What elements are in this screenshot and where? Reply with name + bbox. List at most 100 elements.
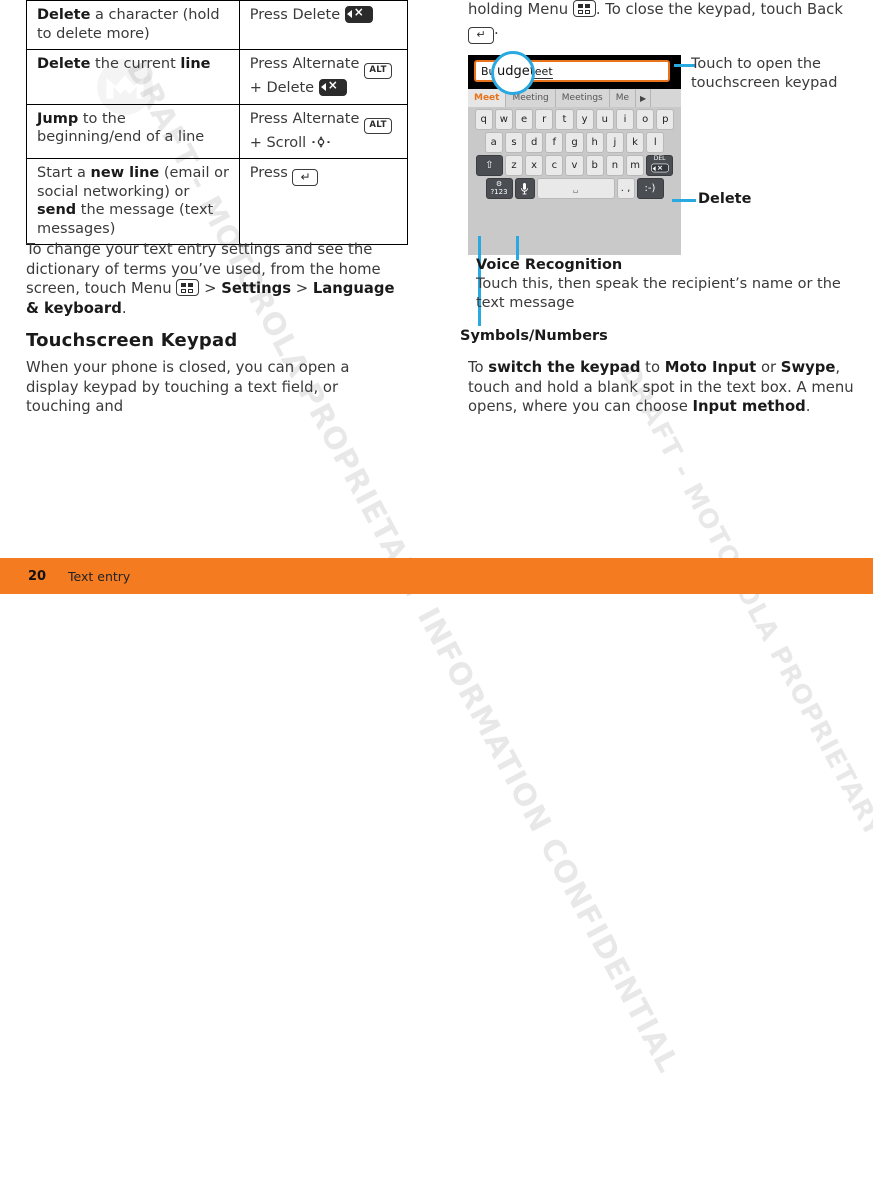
- key-z[interactable]: z: [504, 155, 524, 176]
- press-text: Press Delete: [249, 7, 345, 23]
- page-footer-bar: 20 Text entry: [0, 558, 873, 594]
- right-column: holding Menu . To close the keypad, touc…: [460, 0, 873, 594]
- suggestion-bar: Meet Meeting Meetings Me ▶: [468, 89, 681, 107]
- keyboard-row-4: ⚙ ?123 ␣ . , :-): [468, 176, 681, 199]
- leader-line-delete: [672, 199, 696, 202]
- press-text-2: + Scroll: [249, 134, 311, 151]
- action-keyword: new line: [90, 165, 160, 182]
- voice-recognition-key[interactable]: [514, 178, 535, 199]
- section-heading: Touchscreen Keypad: [26, 330, 238, 351]
- key-v[interactable]: v: [565, 155, 584, 176]
- paragraph-end: .: [494, 20, 499, 38]
- delete-key[interactable]: DEL: [646, 155, 674, 176]
- press-text: Press Alternate: [249, 56, 365, 73]
- table-cell-action: Start a new line (email or social networ…: [26, 158, 240, 246]
- suggestion-item-2[interactable]: Meetings: [555, 89, 610, 107]
- text-entry-bar: Budget meet udget: [468, 51, 681, 95]
- press-text-2: + Delete: [249, 80, 319, 97]
- settings-label: Settings: [221, 280, 292, 298]
- symbols-numbers-key[interactable]: ⚙ ?123: [485, 178, 513, 199]
- switch-keypad-label: switch the keypad: [488, 359, 641, 376]
- delete-key-label: DEL: [653, 155, 666, 162]
- key-k[interactable]: k: [625, 132, 645, 153]
- key-j[interactable]: j: [605, 132, 624, 153]
- footer-section-label: Text entry: [68, 569, 131, 584]
- action-text: Start a: [37, 165, 91, 182]
- table-cell-press: Press Delete: [238, 0, 409, 51]
- back-key-icon: ↵: [468, 26, 494, 44]
- key-i[interactable]: i: [615, 109, 635, 130]
- phone-keypad-screenshot: Budget meet udget Meet Meeting Meetings …: [468, 51, 681, 255]
- paragraph-settings: To change your text entry settings and s…: [26, 240, 400, 319]
- magnifier-text: udget: [497, 64, 535, 79]
- key-a[interactable]: a: [484, 132, 503, 153]
- paragraph-text-3: or: [756, 359, 781, 376]
- action-keyword-2: send: [37, 202, 77, 219]
- delete-key-icon: [344, 6, 373, 23]
- table-row: Delete a character (hold to delete more)…: [26, 0, 409, 51]
- action-keyword: Delete: [37, 56, 91, 73]
- key-d[interactable]: d: [525, 132, 544, 153]
- key-p[interactable]: p: [656, 109, 675, 130]
- shift-key[interactable]: ⇧: [475, 155, 503, 176]
- key-w[interactable]: w: [494, 109, 513, 130]
- key-e[interactable]: e: [514, 109, 534, 130]
- key-o[interactable]: o: [636, 109, 655, 130]
- paragraph-text: To: [468, 359, 489, 376]
- swype-label: Swype: [780, 359, 836, 376]
- key-r[interactable]: r: [535, 109, 554, 130]
- key-g[interactable]: g: [565, 132, 584, 153]
- left-column: Delete a character (hold to delete more)…: [0, 0, 436, 594]
- delete-key-icon: [318, 79, 347, 97]
- gear-icon: ⚙: [495, 180, 503, 188]
- key-x[interactable]: x: [525, 155, 544, 176]
- key-l[interactable]: l: [646, 132, 665, 153]
- key-y[interactable]: y: [575, 109, 594, 130]
- paragraph-holding-menu: holding Menu . To close the keypad, touc…: [468, 0, 868, 44]
- suggestion-more-arrow-icon[interactable]: ▶: [636, 89, 652, 107]
- paragraph-touchscreen: When your phone is closed, you can open …: [26, 359, 350, 416]
- callout-voice-recognition: Voice Recognition Touch this, then speak…: [476, 256, 866, 313]
- key-c[interactable]: c: [545, 155, 564, 176]
- keyboard-row-3: ⇧ z x c v b n m DEL: [468, 153, 681, 176]
- shortcut-table: Delete a character (hold to delete more)…: [26, 0, 409, 246]
- paragraph-switch-keypad: To switch the keypad to Moto Input or Sw…: [468, 358, 868, 417]
- key-m[interactable]: m: [625, 155, 645, 176]
- space-key[interactable]: ␣: [536, 178, 615, 199]
- callout-open-keypad-text: Touch to open the touchscreen keypad: [691, 56, 838, 92]
- key-n[interactable]: n: [605, 155, 624, 176]
- paragraph-end: .: [805, 398, 811, 416]
- paragraph-text: holding Menu: [468, 1, 573, 18]
- table-row: Start a new line (email or social networ…: [26, 158, 409, 246]
- key-t[interactable]: t: [555, 109, 574, 130]
- punctuation-key[interactable]: . ,: [616, 178, 635, 199]
- alt-key-icon: ALT: [364, 63, 393, 80]
- paragraph-text-2: to: [640, 359, 665, 376]
- key-h[interactable]: h: [585, 132, 604, 153]
- menu-key-icon: [176, 279, 200, 297]
- paragraph-sep1: >: [199, 280, 222, 298]
- manual-page: DRAFT - MOTOROLA PROPRIETARY INFORMATION…: [0, 0, 873, 1188]
- table-cell-action: Jump to the beginning/end of a line: [26, 103, 240, 160]
- table-row: Delete the current line Press Alternate …: [26, 49, 409, 105]
- press-text: Press: [249, 165, 293, 182]
- mic-icon: [521, 182, 528, 194]
- key-s[interactable]: s: [504, 132, 524, 153]
- keyboard-row-2: a s d f g h j k l: [468, 130, 681, 153]
- callout-delete-text: Delete: [698, 191, 752, 207]
- enter-key-icon: ↵: [292, 169, 319, 187]
- table-row: Jump to the beginning/end of a line Pres…: [26, 103, 409, 160]
- input-method-label: Input method: [692, 398, 806, 416]
- paragraph-text-2: . To close the keypad, touch Back: [595, 1, 843, 18]
- paragraph-end: .: [121, 300, 127, 318]
- action-keyword-2: line: [180, 56, 211, 73]
- emoji-key[interactable]: :-): [636, 178, 664, 199]
- action-keyword: Delete: [37, 7, 91, 23]
- magnifier-highlight-circle: udget: [491, 51, 535, 95]
- key-b[interactable]: b: [585, 155, 604, 176]
- suggestion-item-3[interactable]: Me: [609, 89, 637, 107]
- key-f[interactable]: f: [545, 132, 564, 153]
- delete-backspace-icon: [650, 163, 669, 173]
- key-u[interactable]: u: [595, 109, 614, 130]
- key-q[interactable]: q: [474, 109, 493, 130]
